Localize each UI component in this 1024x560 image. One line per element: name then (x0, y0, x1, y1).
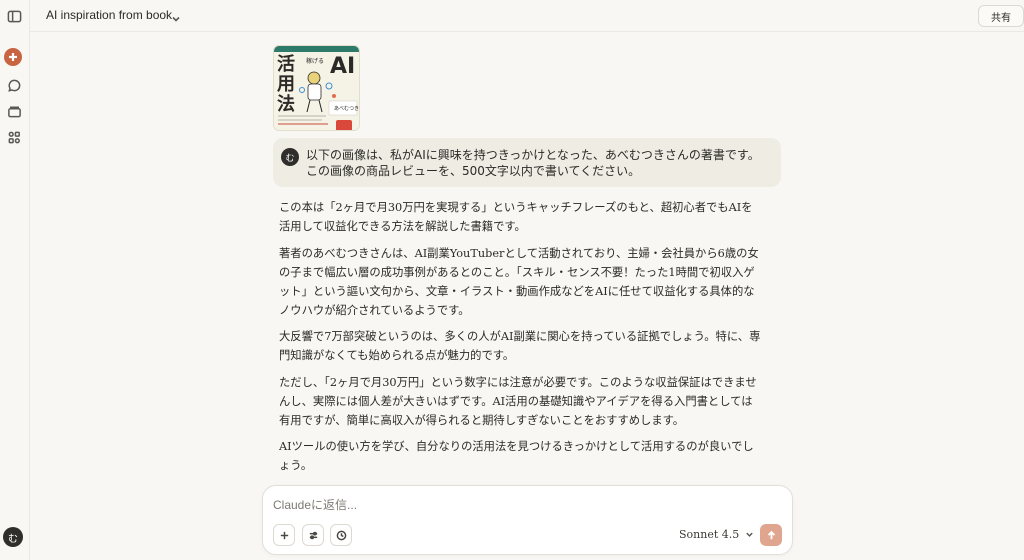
arrow-up-icon (767, 530, 775, 539)
response-paragraph: AIツールの使い方を学び、自分なりの活用法を見つけるきっかけとして活用するのが良… (279, 440, 754, 472)
chevron-down-icon[interactable] (170, 10, 182, 22)
chevron-down-icon (746, 532, 753, 537)
message-composer: Sonnet 4.5 (262, 485, 793, 555)
svg-text:活: 活 (277, 53, 295, 75)
assistant-response: この本は「2ヶ月で月30万円を実現する」というキャッチフレーズのもと、超初心者で… (279, 198, 761, 483)
user-message-avatar: む (281, 148, 299, 166)
model-name: Sonnet 4.5 (679, 528, 740, 541)
left-rail: む (0, 0, 30, 560)
projects-icon[interactable] (5, 102, 23, 120)
response-paragraph: 大反響で7万部突破というのは、多くの人がAI副業に関心を持っている証拠でしょう。… (279, 330, 761, 362)
response-paragraph: この本は「2ヶ月で月30万円を実現する」というキャッチフレーズのもと、超初心者で… (279, 201, 753, 233)
svg-text:AI: AI (330, 54, 355, 79)
new-chat-button[interactable] (4, 48, 22, 66)
svg-text:用: 用 (277, 74, 295, 95)
sidebar-toggle-icon[interactable] (5, 7, 23, 25)
response-paragraph: ただし、「2ヶ月で月30万円」という数字には注意が必要です。このような収益保証は… (279, 375, 757, 427)
share-button[interactable]: 共有 (978, 5, 1024, 27)
artifacts-icon[interactable] (5, 128, 23, 146)
attach-button[interactable] (273, 524, 295, 546)
settings-button[interactable] (302, 524, 324, 546)
svg-text:稼げる: 稼げる (306, 57, 324, 65)
send-button[interactable] (760, 524, 782, 546)
user-message-text: 以下の画像は、私がAIに興味を持つきっかけとなった、あべむつきさんの著書です。こ… (306, 148, 760, 178)
plus-icon (280, 531, 288, 539)
book-cover-image[interactable]: 稼げる AI 活 用 法 あべむつき (273, 45, 360, 131)
top-bar: AI inspiration from book 共有 (30, 0, 1024, 32)
user-avatar[interactable]: む (3, 527, 23, 547)
clock-icon (336, 530, 346, 540)
chat-title[interactable]: AI inspiration from book (46, 8, 172, 22)
user-message: む 以下の画像は、私がAIに興味を持つきっかけとなった、あべむつきさんの著書です… (273, 138, 781, 187)
response-paragraph: 著者のあべむつきさんは、AI副業YouTuberとして活動されており、主婦・会社… (279, 246, 759, 317)
sliders-icon (309, 531, 317, 539)
model-selector[interactable]: Sonnet 4.5 (679, 528, 754, 541)
history-button[interactable] (330, 524, 352, 546)
svg-text:あべむつき: あべむつき (334, 105, 359, 112)
svg-text:法: 法 (277, 93, 295, 115)
reply-input[interactable] (273, 496, 753, 514)
plus-icon (9, 53, 17, 61)
chats-icon[interactable] (5, 76, 23, 94)
